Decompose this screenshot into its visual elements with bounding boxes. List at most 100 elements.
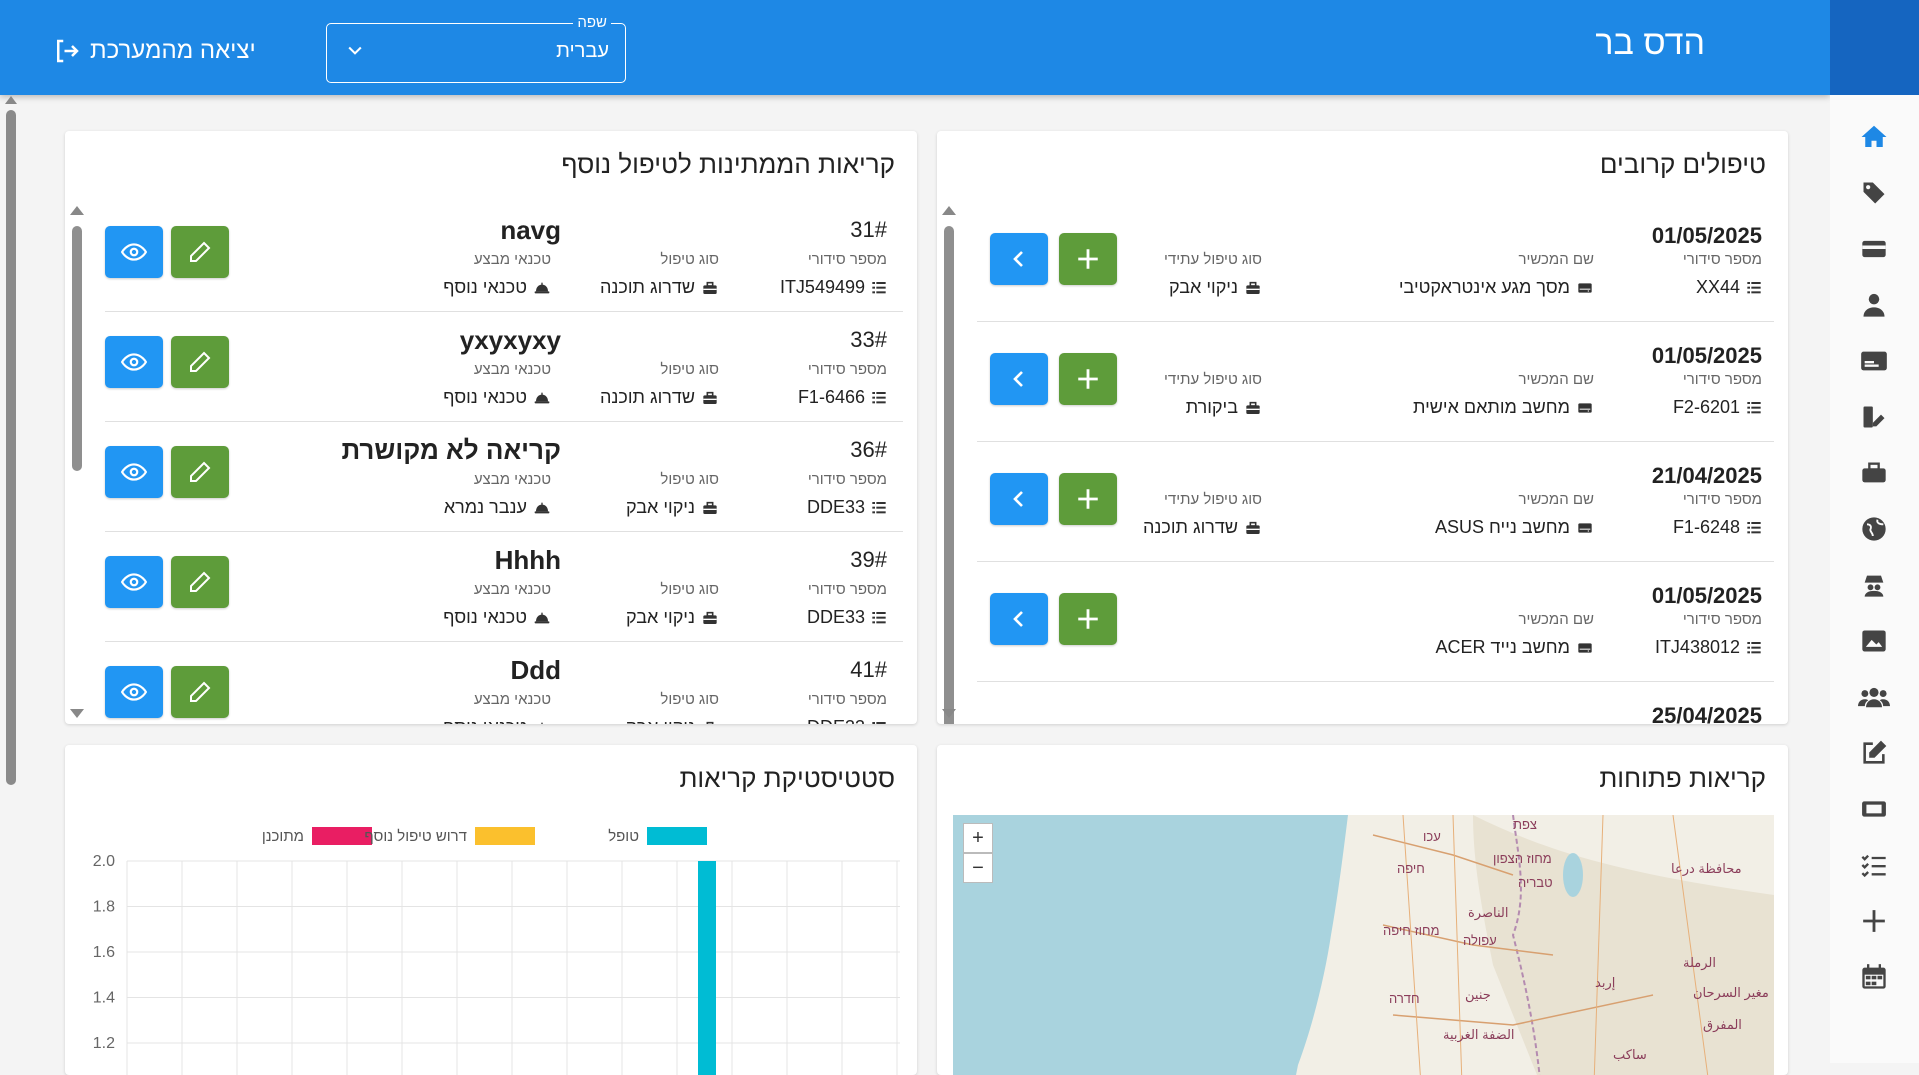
map-place-label: חיפה	[1397, 861, 1425, 876]
toolbox-icon	[1246, 521, 1260, 534]
edit-icon[interactable]	[1856, 735, 1892, 771]
list-icon	[872, 611, 886, 623]
device-name-value: מחשב מותאם אישית	[1413, 397, 1594, 418]
pending-scrollbar[interactable]	[72, 226, 82, 471]
open-treatment-button[interactable]	[990, 233, 1048, 285]
id-card-icon[interactable]	[1856, 343, 1892, 379]
treatment-date: 01/05/2025	[1651, 343, 1762, 368]
open-calls-title: קריאות פתוחות	[1599, 763, 1766, 793]
edit-call-button[interactable]	[171, 666, 229, 718]
helmet-icon	[534, 282, 550, 293]
serial-value: DDE33	[807, 607, 887, 628]
view-call-button[interactable]	[105, 666, 163, 718]
toolbox-icon	[703, 501, 717, 514]
view-call-button[interactable]	[105, 226, 163, 278]
upcoming-treatment-row: 21/04/2025 מספר סידורי שם המכשיר 6248-F1…	[977, 441, 1774, 562]
map-place-label: עכו	[1423, 829, 1441, 844]
page-scrollbar[interactable]	[6, 110, 16, 785]
globe-icon[interactable]	[1856, 511, 1892, 547]
page-scroll-up-arrow[interactable]	[5, 96, 17, 104]
pending-call-row: 36# קריאה לא מקושרת מספר סידורי סוג טיפו…	[105, 421, 903, 532]
serial-label: מספר סידורי	[807, 581, 887, 598]
treatment-type-value: שדרוג תוכנה	[600, 277, 719, 298]
y-tick-label: 1.4	[93, 990, 115, 1007]
treatment-date: 01/05/2025	[1651, 583, 1762, 608]
edit-call-button[interactable]	[171, 556, 229, 608]
tools-icon[interactable]	[1856, 399, 1892, 435]
treatment-date: 21/04/2025	[1651, 463, 1762, 488]
technician-label: טכנאי מבצע	[473, 581, 551, 598]
users-icon[interactable]	[1856, 679, 1892, 715]
add-treatment-button[interactable]	[1059, 473, 1117, 525]
add-treatment-button[interactable]	[1059, 593, 1117, 645]
home-icon[interactable]	[1856, 119, 1892, 155]
view-call-button[interactable]	[105, 556, 163, 608]
view-call-button[interactable]	[105, 446, 163, 498]
future-treatment-label: סוג טיפול עתידי	[1164, 491, 1262, 508]
call-number: 36#	[850, 437, 887, 462]
map-place-label: ساكب	[1613, 1047, 1647, 1062]
upcoming-scrollbar[interactable]	[944, 226, 954, 724]
view-call-button[interactable]	[105, 336, 163, 388]
pending-scroll-down-arrow[interactable]	[70, 709, 84, 718]
serial-value: 6248-F1	[1673, 517, 1762, 538]
logout-icon	[57, 39, 79, 63]
device-name-value: מחשב נייח ASUS	[1435, 517, 1594, 538]
serial-value: ITJ438012	[1655, 637, 1762, 658]
user-icon[interactable]	[1856, 287, 1892, 323]
spy-icon[interactable]	[1856, 567, 1892, 603]
toolbox-icon	[703, 391, 717, 404]
future-treatment-value: שדרוג תוכנה	[1143, 517, 1262, 538]
treatment-type-value: ניקוי אבק	[626, 717, 719, 724]
technician-label: טכנאי מבצע	[473, 361, 551, 378]
open-treatment-button[interactable]	[990, 593, 1048, 645]
device-name-label: שם המכשיר	[1518, 371, 1594, 388]
open-treatment-button[interactable]	[990, 473, 1048, 525]
add-treatment-button[interactable]	[1059, 233, 1117, 285]
call-number: 39#	[850, 547, 887, 572]
serial-label: מספר סידורי	[1682, 371, 1762, 388]
add-treatment-button[interactable]	[1059, 353, 1117, 405]
edit-call-button[interactable]	[171, 446, 229, 498]
language-select[interactable]: שפה עברית	[326, 14, 626, 83]
pending-call-row: 31# navg מספר סידורי סוג טיפול טכנאי מבצ…	[105, 201, 903, 312]
calendar-icon[interactable]	[1856, 959, 1892, 995]
ticket-icon[interactable]	[1856, 791, 1892, 827]
pencil-icon	[190, 681, 211, 702]
plus-icon[interactable]	[1856, 903, 1892, 939]
call-name: navg	[500, 215, 561, 245]
zoom-in-button[interactable]: +	[963, 823, 993, 853]
open-treatment-button[interactable]	[990, 353, 1048, 405]
upcoming-treatments-title: טיפולים קרובים	[1599, 149, 1766, 179]
helmet-icon	[534, 612, 550, 623]
future-treatment-value: ביקורת	[1186, 397, 1262, 418]
pending-call-row: 39# Hhhh מספר סידורי סוג טיפול טכנאי מבצ…	[105, 531, 903, 642]
map-place-label: צפת	[1513, 817, 1537, 832]
serial-label: מספר סידורי	[807, 251, 887, 268]
chevron-down-icon	[348, 46, 362, 55]
upcoming-treatment-row: 01/05/2025 מספר סידורי שם המכשיר ITJ4380…	[977, 561, 1774, 682]
list-icon	[872, 501, 886, 513]
map-place-label: מחוז הצפון	[1493, 851, 1552, 866]
map-place-label: محافظة درعا	[1671, 861, 1742, 876]
tags-icon[interactable]	[1856, 175, 1892, 211]
upcoming-scroll-up-arrow[interactable]	[942, 206, 956, 215]
call-statistics-card: סטטיסטיקת קריאות מתוכנן דרוש טיפול נוסף טו…	[65, 745, 917, 1075]
eye-icon	[121, 353, 147, 371]
edit-call-button[interactable]	[171, 226, 229, 278]
checklist-icon[interactable]	[1856, 847, 1892, 883]
treatment-type-label: סוג טיפול	[660, 581, 719, 598]
pending-scroll-up-arrow[interactable]	[70, 206, 84, 215]
logout-button[interactable]: יציאה מהמערכת	[52, 36, 256, 66]
edit-call-button[interactable]	[171, 336, 229, 388]
open-calls-map[interactable]: + − עכו צפת חיפה טבריה מחוז הצפון محافظة درعا…	[953, 815, 1774, 1075]
chart-bar[interactable]	[698, 861, 716, 1075]
treatment-type-label: סוג טיפול	[660, 251, 719, 268]
card-icon[interactable]	[1856, 231, 1892, 267]
upcoming-scroll-down-arrow[interactable]	[942, 709, 956, 718]
toolbox-icon[interactable]	[1856, 455, 1892, 491]
chevron-left-icon	[1013, 491, 1023, 507]
treatment-date: 25/04/2025	[1651, 703, 1762, 724]
zoom-out-button[interactable]: −	[963, 853, 993, 883]
image-icon[interactable]	[1856, 623, 1892, 659]
